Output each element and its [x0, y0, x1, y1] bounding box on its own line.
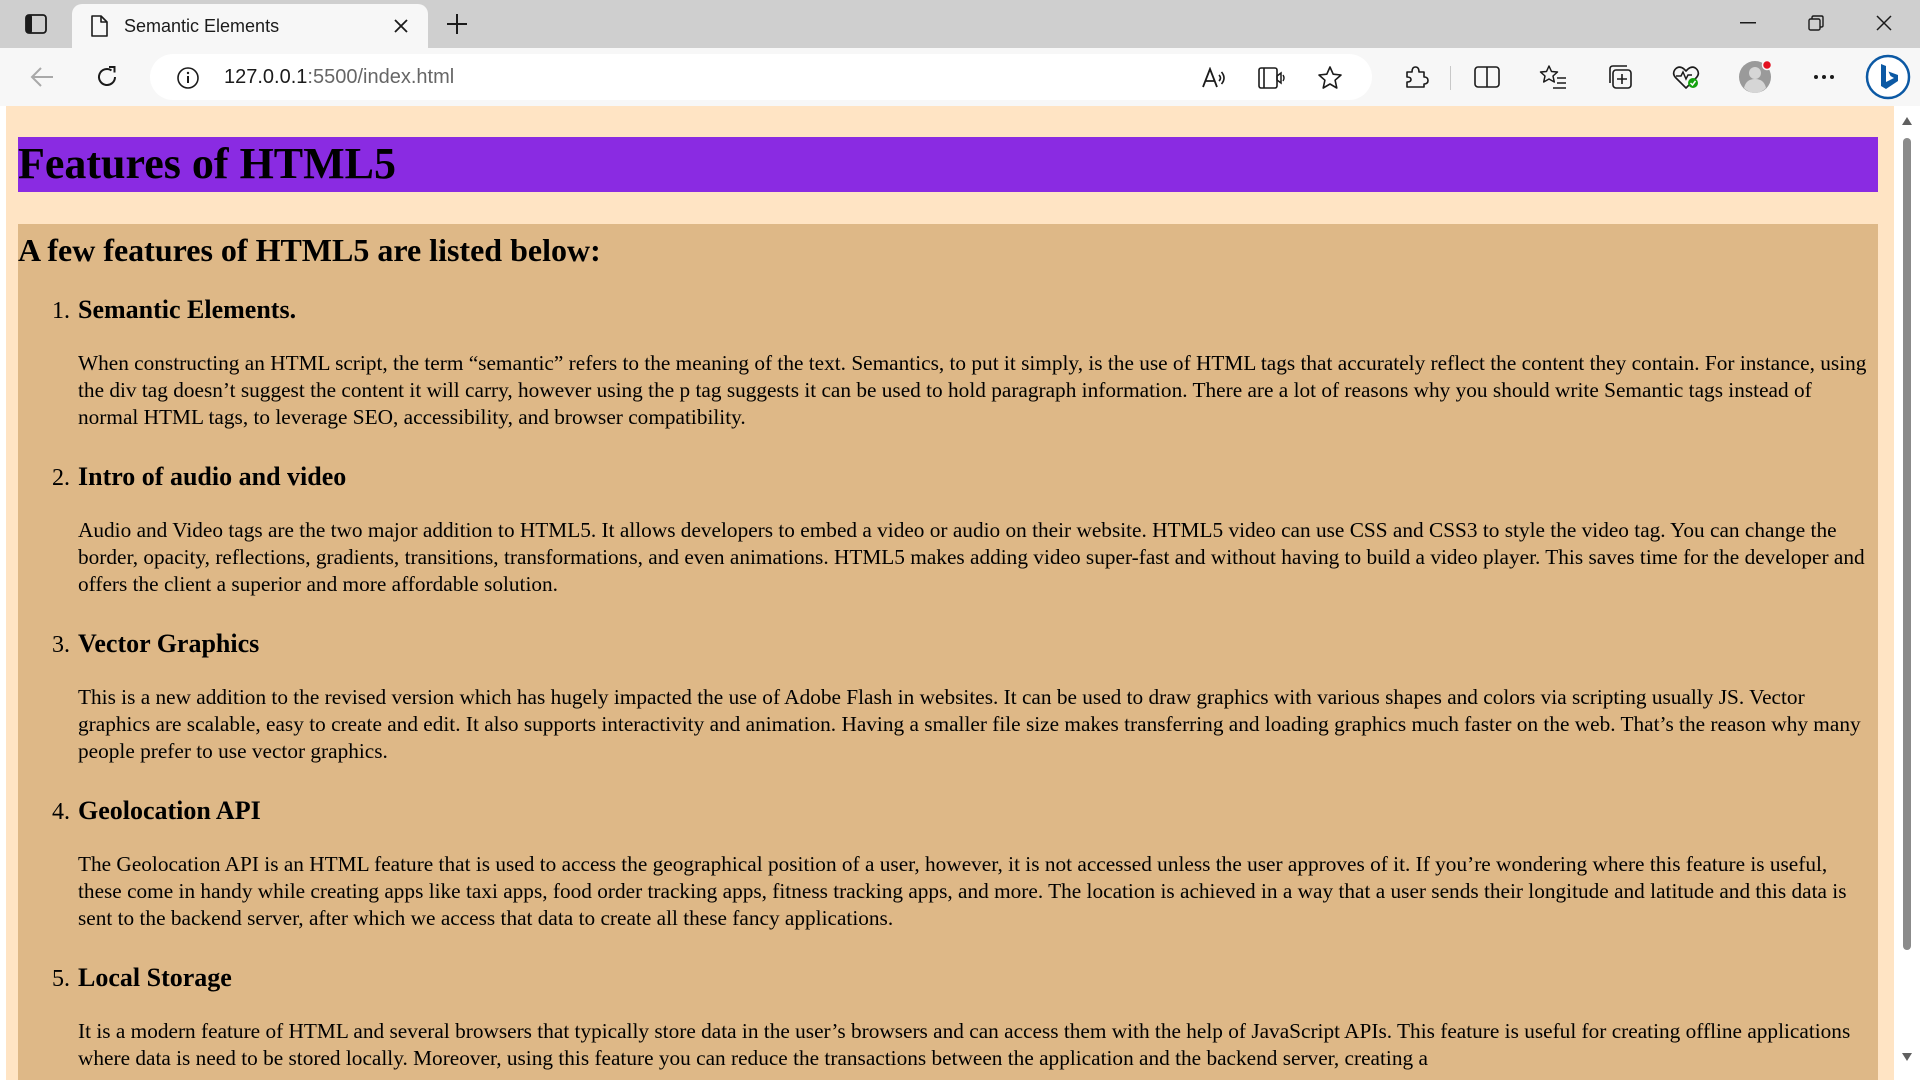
feature-description: When constructing an HTML script, the te…	[78, 351, 1867, 429]
page-main-section: A few features of HTML5 are listed below…	[18, 224, 1878, 1080]
collections-icon	[1609, 65, 1632, 89]
feature-title: Vector Graphics	[78, 629, 260, 658]
star-icon	[1318, 66, 1342, 89]
refresh-icon	[98, 66, 116, 86]
split-screen-icon	[1474, 66, 1500, 88]
feature-title: Intro of audio and video	[78, 462, 347, 491]
feature-item: 1. Semantic Elements. When constructing …	[18, 287, 1878, 431]
page-body: Features of HTML5 A few features of HTML…	[6, 106, 1894, 1080]
favorites-button[interactable]	[1533, 57, 1573, 97]
toolbar-divider	[1450, 66, 1451, 90]
minimize-icon	[1740, 22, 1756, 24]
url-host: 127.0.0.1	[224, 66, 308, 88]
back-button[interactable]	[22, 57, 62, 97]
feature-item: 3. Vector Graphics This is a new additio…	[18, 621, 1878, 765]
browser-essentials-button[interactable]	[1666, 57, 1706, 97]
split-screen-button[interactable]	[1467, 57, 1507, 97]
feature-number: 5.	[52, 966, 70, 992]
copilot-logo-icon	[1865, 54, 1911, 100]
close-icon	[394, 19, 408, 33]
restore-button[interactable]	[1782, 0, 1850, 46]
tab-strip: Semantic Elements	[0, 0, 1920, 48]
feature-number: 2.	[52, 465, 70, 491]
avatar-icon	[1739, 60, 1772, 93]
feature-title: Semantic Elements.	[78, 295, 297, 324]
feature-item: 2. Intro of audio and video Audio and Vi…	[18, 454, 1878, 598]
extensions-button[interactable]	[1396, 57, 1436, 97]
feature-title: Local Storage	[78, 963, 232, 992]
copilot-button[interactable]	[1865, 54, 1911, 100]
navigation-toolbar: 127.0.0.1:5500/index.html	[0, 48, 1920, 106]
feature-description: This is a new addition to the revised ve…	[78, 685, 1861, 763]
immersive-reader-icon	[1258, 67, 1285, 89]
scroll-down-arrow-icon[interactable]	[1901, 1052, 1913, 1062]
heart-pulse-icon	[1672, 66, 1700, 89]
read-aloud-icon	[1202, 67, 1225, 88]
feature-list: 1. Semantic Elements. When constructing …	[18, 287, 1878, 1080]
page-header: Features of HTML5	[18, 137, 1878, 192]
close-tab-button[interactable]	[388, 13, 414, 39]
tab-actions-icon	[25, 14, 47, 34]
close-icon	[1876, 15, 1892, 31]
feature-item: 4. Geolocation API The Geolocation API i…	[18, 788, 1878, 932]
vertical-scrollbar[interactable]	[1894, 106, 1920, 1080]
minimize-button[interactable]	[1714, 0, 1782, 46]
scroll-up-arrow-icon[interactable]	[1901, 116, 1913, 126]
tab-actions-button[interactable]	[14, 8, 58, 40]
immersive-reader-button[interactable]	[1254, 60, 1290, 96]
web-page-viewport: Features of HTML5 A few features of HTML…	[0, 106, 1920, 1080]
feature-description: Audio and Video tags are the two major a…	[78, 518, 1865, 596]
active-tab[interactable]: Semantic Elements	[72, 4, 428, 48]
url-path: :5500/index.html	[307, 66, 455, 88]
refresh-button[interactable]	[87, 57, 127, 97]
new-tab-button[interactable]	[440, 8, 474, 40]
feature-number: 3.	[52, 632, 70, 658]
tab-title: Semantic Elements	[124, 15, 280, 36]
site-info-icon[interactable]	[176, 66, 200, 90]
page-icon	[91, 15, 108, 37]
more-dots-icon	[1814, 75, 1834, 79]
puzzle-icon	[1406, 66, 1429, 88]
favorites-list-icon	[1539, 65, 1566, 89]
feature-item: 5. Local Storage It is a modern feature …	[18, 955, 1878, 1072]
close-window-button[interactable]	[1850, 0, 1918, 46]
read-aloud-button[interactable]	[1196, 60, 1232, 96]
feature-title: Geolocation API	[78, 796, 261, 825]
back-arrow-icon	[30, 67, 53, 87]
feature-number: 1.	[52, 298, 70, 324]
collections-button[interactable]	[1600, 57, 1640, 97]
page-title: Features of HTML5	[18, 139, 397, 188]
address-bar[interactable]: 127.0.0.1:5500/index.html	[150, 54, 1372, 100]
restore-icon	[1808, 15, 1824, 31]
feature-description: It is a modern feature of HTML and sever…	[78, 1019, 1851, 1070]
feature-description: The Geolocation API is an HTML feature t…	[78, 852, 1847, 930]
plus-icon	[447, 14, 467, 34]
scrollbar-thumb[interactable]	[1903, 138, 1911, 950]
settings-more-button[interactable]	[1804, 57, 1844, 97]
intro-heading: A few features of HTML5 are listed below…	[18, 232, 601, 268]
profile-button[interactable]	[1735, 57, 1775, 97]
url-text[interactable]: 127.0.0.1:5500/index.html	[224, 66, 454, 89]
favorite-star-button[interactable]	[1312, 60, 1348, 96]
feature-number: 4.	[52, 799, 70, 825]
